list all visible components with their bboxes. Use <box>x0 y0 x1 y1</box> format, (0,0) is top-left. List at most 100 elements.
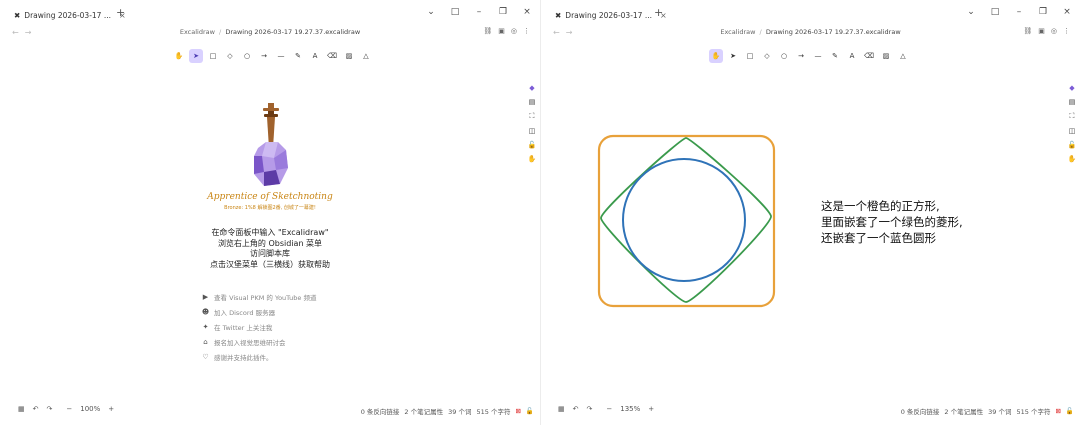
breadcrumb-parent[interactable]: Excalidraw <box>180 28 215 36</box>
file-icon[interactable]: ▤ <box>1069 98 1076 106</box>
link-youtube[interactable]: ▶ 查看 Visual PKM 的 YouTube 频道 <box>201 289 317 304</box>
redo-icon[interactable]: ↷ <box>587 405 593 413</box>
breadcrumb-parent[interactable]: Excalidraw <box>720 28 755 36</box>
chevron-down-icon[interactable]: ⌄ <box>426 7 436 17</box>
backlinks-count[interactable]: 0 条反向链接 <box>901 406 940 416</box>
eraser-tool-icon[interactable]: ⌫ <box>862 49 876 63</box>
backlinks-count[interactable]: 0 条反向链接 <box>361 406 400 416</box>
lock-icon[interactable]: 🔓 <box>1068 141 1077 149</box>
zoom-level[interactable]: 135% <box>620 405 640 413</box>
selection-tool-icon[interactable]: ➤ <box>726 49 740 63</box>
hand-icon[interactable]: ✋ <box>1068 155 1077 163</box>
tab-drawing[interactable]: ✖ Drawing 2026-03-17 ... × <box>10 4 130 26</box>
menu-icon[interactable]: ▦ <box>18 405 25 413</box>
sync-error-icon[interactable]: ⊠ <box>1055 407 1060 415</box>
draw-tool-icon[interactable]: ✎ <box>291 49 305 63</box>
menu-icon[interactable]: ▦ <box>558 405 565 413</box>
canvas-drawing[interactable] <box>595 132 779 310</box>
library-tool-icon[interactable]: △ <box>359 49 373 63</box>
sync-error-icon[interactable]: ⊠ <box>515 407 520 415</box>
restore-icon[interactable]: ❐ <box>498 7 508 17</box>
link-icon[interactable]: ⛓ <box>483 27 492 35</box>
zoom-level[interactable]: 100% <box>80 405 100 413</box>
rectangle-tool-icon[interactable]: □ <box>206 49 220 63</box>
zoom-in-button[interactable]: + <box>648 405 654 413</box>
ellipse-tool-icon[interactable]: ○ <box>777 49 791 63</box>
blue-circle-shape[interactable] <box>622 158 746 282</box>
image-tool-icon[interactable]: ▨ <box>879 49 893 63</box>
more-options-icon[interactable]: ⋮ <box>523 27 530 35</box>
close-window-icon[interactable]: × <box>522 7 532 17</box>
minimize-icon[interactable]: – <box>1014 7 1024 17</box>
drawing-toolbar: ✋ ➤ □ ◇ ○ → — ✎ A ⌫ ▨ △ <box>172 46 373 66</box>
arrow-tool-icon[interactable]: → <box>794 49 808 63</box>
new-tab-button[interactable]: + <box>654 6 663 19</box>
link-workshop[interactable]: ⌂ 报名加入视觉思维研讨会 <box>201 334 316 349</box>
nav-actions: ⛓ ▣ ◎ ⋮ <box>1023 27 1070 35</box>
chevron-down-icon[interactable]: ⌄ <box>966 7 976 17</box>
more-options-icon[interactable]: ⋮ <box>1063 27 1070 35</box>
diamond-tool-icon[interactable]: ◇ <box>223 49 237 63</box>
sidebar-toggle-icon[interactable]: □ <box>450 7 460 17</box>
text-tool-icon[interactable]: A <box>845 49 859 63</box>
breadcrumb: Excalidraw / Drawing 2026-03-17 19.27.37… <box>541 28 1080 36</box>
library-tool-icon[interactable]: △ <box>896 49 910 63</box>
instruction-line: 浏览右上角的 Obsidian 菜单 <box>217 238 323 248</box>
heart-icon: ♡ <box>202 352 209 361</box>
mode-icon[interactable]: ◎ <box>1051 27 1057 35</box>
diamond-tool-icon[interactable]: ◇ <box>760 49 774 63</box>
line-tool-icon[interactable]: — <box>811 49 825 63</box>
window-controls: ⌄ □ – ❐ × <box>426 7 532 17</box>
eraser-tool-icon[interactable]: ⌫ <box>325 49 339 63</box>
close-window-icon[interactable]: × <box>1062 7 1072 17</box>
ellipse-tool-icon[interactable]: ○ <box>240 49 254 63</box>
draw-tool-icon[interactable]: ✎ <box>828 49 842 63</box>
window-controls: ⌄ □ – ❐ × <box>966 7 1072 17</box>
side-toolbar: ◆ ▤ ⛶ ◫ 🔓 ✋ <box>1067 84 1077 163</box>
hand-icon[interactable]: ✋ <box>528 155 537 163</box>
panel-icon[interactable]: ◫ <box>529 127 536 135</box>
redo-icon[interactable]: ↷ <box>47 405 53 413</box>
link-discord[interactable]: ☻ 加入 Discord 服务器 <box>201 304 316 319</box>
breadcrumb-current[interactable]: Drawing 2026-03-17 19.27.37.excalidraw <box>766 28 901 36</box>
image-tool-icon[interactable]: ▨ <box>342 49 356 63</box>
panel-icon[interactable]: ◫ <box>1069 127 1076 135</box>
sidebar-toggle-icon[interactable]: □ <box>990 7 1000 17</box>
undo-icon[interactable]: ↶ <box>573 405 579 413</box>
obsidian-icon[interactable]: ◆ <box>529 84 534 92</box>
save-icon[interactable]: ▣ <box>498 27 505 35</box>
link-label: 在 Twitter 上关注我 <box>214 323 273 332</box>
app-name: Apprentice of Sketchnoting <box>207 192 333 202</box>
link-support[interactable]: ♡ 感谢并支持此插件。 <box>201 349 316 364</box>
fullscreen-icon[interactable]: ⛶ <box>1070 112 1075 121</box>
zoom-out-button[interactable]: − <box>606 405 612 413</box>
breadcrumb-current[interactable]: Drawing 2026-03-17 19.27.37.excalidraw <box>225 28 360 36</box>
mode-icon[interactable]: ◎ <box>511 27 517 35</box>
canvas-text-annotation[interactable]: 这是一个橙色的正方形, 里面嵌套了一个绿色的菱形, 还嵌套了一个蓝色圆形 <box>821 198 963 246</box>
line-tool-icon[interactable]: — <box>274 49 288 63</box>
arrow-tool-icon[interactable]: → <box>257 49 271 63</box>
selection-tool-icon[interactable]: ➤ <box>189 49 203 63</box>
word-count: 39 个词 <box>448 408 472 416</box>
lock-status-icon[interactable]: 🔓 <box>1066 407 1074 415</box>
undo-icon[interactable]: ↶ <box>33 405 39 413</box>
discord-icon: ☻ <box>201 307 210 316</box>
save-icon[interactable]: ▣ <box>1038 27 1045 35</box>
zoom-in-button[interactable]: + <box>108 405 114 413</box>
text-tool-icon[interactable]: A <box>308 49 322 63</box>
new-tab-button[interactable]: + <box>116 6 125 19</box>
rectangle-tool-icon[interactable]: □ <box>743 49 757 63</box>
link-twitter[interactable]: ✦ 在 Twitter 上关注我 <box>201 319 316 334</box>
restore-icon[interactable]: ❐ <box>1038 7 1048 17</box>
hand-tool-icon[interactable]: ✋ <box>709 49 723 63</box>
file-icon[interactable]: ▤ <box>529 98 536 106</box>
hand-tool-icon[interactable]: ✋ <box>172 49 186 63</box>
zoom-out-button[interactable]: − <box>66 405 72 413</box>
minimize-icon[interactable]: – <box>474 7 484 17</box>
lock-icon[interactable]: 🔓 <box>528 141 537 149</box>
lock-status-icon[interactable]: 🔓 <box>526 407 534 415</box>
obsidian-icon[interactable]: ◆ <box>1069 84 1074 92</box>
tab-drawing[interactable]: ✖ Drawing 2026-03-17 ... × <box>551 4 671 26</box>
fullscreen-icon[interactable]: ⛶ <box>530 112 535 121</box>
link-icon[interactable]: ⛓ <box>1023 27 1032 35</box>
